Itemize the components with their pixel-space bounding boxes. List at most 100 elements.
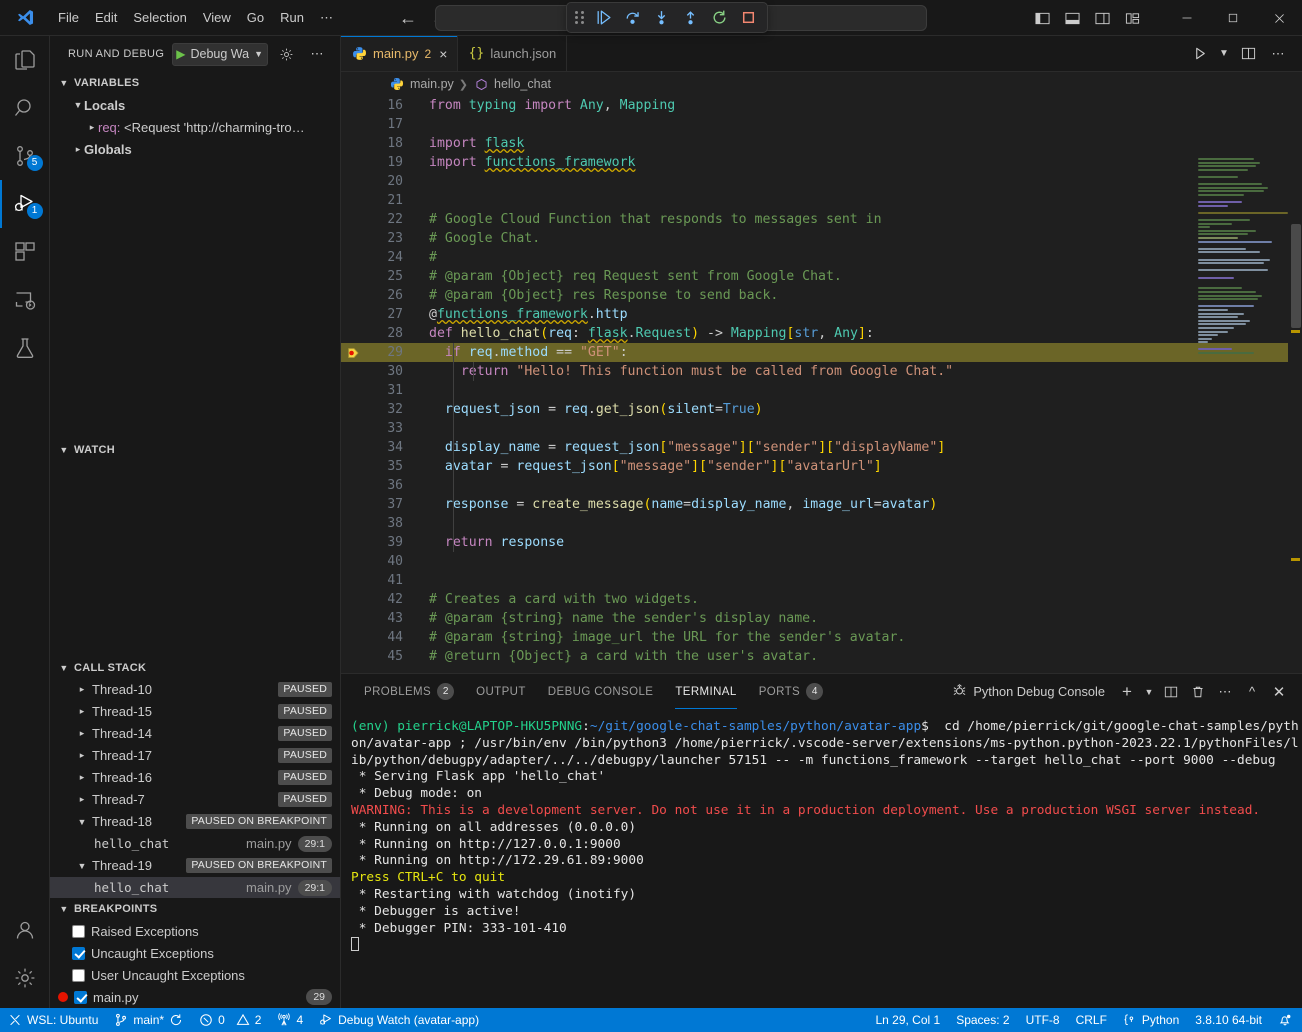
step-into-icon[interactable] [648,6,674,30]
code-line[interactable]: 30 return "Hello! This function must be … [341,362,1302,381]
activity-source-control[interactable]: 5 [0,132,50,180]
chevron-right-icon[interactable]: ▸ [76,750,88,761]
code-line[interactable]: 29 if req.method == "GET": [341,343,1302,362]
chevron-right-icon[interactable]: ▸ [76,772,88,783]
breakpoint-row-user-uncaught-exceptions[interactable]: User Uncaught Exceptions [50,964,340,986]
code-line[interactable]: 21 [341,191,1302,210]
split-terminal-icon[interactable] [1158,679,1184,705]
code-line[interactable]: 22# Google Cloud Function that responds … [341,210,1302,229]
activity-extensions[interactable] [0,228,50,276]
code-line[interactable]: 41 [341,571,1302,590]
callstack-thread-row[interactable]: ▸ Thread-16 PAUSED [50,767,340,789]
status-cursor-position[interactable]: Ln 29, Col 1 [867,1008,948,1032]
status-ports[interactable]: 4 [269,1008,311,1032]
toggle-panel-icon[interactable] [1058,5,1086,31]
callstack-header[interactable]: ▼ CALL STACK [50,657,340,679]
code-line[interactable]: 20 [341,172,1302,191]
code-line[interactable]: 24# [341,248,1302,267]
code-line[interactable]: 38 [341,514,1302,533]
code-line[interactable]: 31 [341,381,1302,400]
more-actions-icon[interactable]: ⋯ [1212,679,1238,705]
chevron-down-icon[interactable]: ▼ [76,817,88,827]
restart-icon[interactable] [706,6,732,30]
status-branch[interactable]: main* [106,1008,191,1032]
callstack-frame-row[interactable]: hello_chat main.py 29:1 [50,833,340,855]
callstack-thread-row[interactable]: ▸ Thread-14 PAUSED [50,723,340,745]
breadcrumb-file[interactable]: main.py [410,77,454,91]
status-eol[interactable]: CRLF [1068,1008,1115,1032]
close-icon[interactable]: × [439,46,447,62]
callstack-thread-row[interactable]: ▸ Thread-15 PAUSED [50,701,340,723]
variables-row-req[interactable]: ▸ req: <Request 'http://charming-tro… [50,116,340,138]
checkbox[interactable] [72,947,85,960]
step-out-icon[interactable] [677,6,703,30]
kill-terminal-icon[interactable] [1185,679,1211,705]
tab-main-py[interactable]: main.py 2 × [341,36,458,71]
chevron-down-icon[interactable]: ▼ [1216,41,1232,67]
terminal-output[interactable]: (env) pierrick@LAPTOP-HKU5PNNG:~/git/goo… [341,709,1302,1008]
breakpoint-row-main-py[interactable]: main.py 29 [50,986,340,1008]
start-debug-icon[interactable]: ▶ [176,48,185,60]
close-icon[interactable] [1256,0,1302,36]
status-notifications[interactable] [1270,1008,1302,1032]
checkbox[interactable] [72,925,85,938]
panel-tab-output[interactable]: OUTPUT [465,674,537,709]
status-python-version[interactable]: 3.8.10 64-bit [1187,1008,1270,1032]
activity-accounts[interactable] [0,906,50,954]
status-remote[interactable]: WSL: Ubuntu [0,1008,106,1032]
code-line[interactable]: 37 response = create_message(name=displa… [341,495,1302,514]
menu-file[interactable]: File [50,6,87,29]
menu-more[interactable]: ⋯ [312,6,341,30]
activity-testing[interactable] [0,324,50,372]
activity-run-and-debug[interactable]: 1 [0,180,50,228]
breakpoint-row-uncaught-exceptions[interactable]: Uncaught Exceptions [50,942,340,964]
chevron-right-icon[interactable]: ▸ [76,728,88,739]
status-language-mode[interactable]: Python [1115,1008,1187,1032]
breakpoint-marker-icon[interactable] [341,346,367,360]
callstack-thread-row[interactable]: ▸ Thread-7 PAUSED [50,789,340,811]
chevron-right-icon[interactable]: ▸ [76,794,88,805]
variables-row-globals[interactable]: ▸ Globals [50,138,340,160]
code-line[interactable]: 35 avatar = request_json["message"]["sen… [341,457,1302,476]
callstack-thread-row[interactable]: ▸ Thread-10 PAUSED [50,679,340,701]
variables-header[interactable]: ▼ VARIABLES [50,72,340,94]
menu-edit[interactable]: Edit [87,6,125,29]
code-line[interactable]: 40 [341,552,1302,571]
continue-icon[interactable] [590,6,616,30]
activity-settings[interactable] [0,954,50,1002]
menu-run[interactable]: Run [272,6,312,29]
code-line[interactable]: 34 display_name = request_json["message"… [341,438,1302,457]
code-line[interactable]: 28def hello_chat(req: flask.Request) -> … [341,324,1302,343]
menu-selection[interactable]: Selection [125,6,194,29]
chevron-down-icon[interactable]: ▼ [76,861,88,871]
drag-handle-icon[interactable] [573,10,585,26]
stop-icon[interactable] [735,6,761,30]
code-line[interactable]: 19import functions_framework [341,153,1302,172]
editor-scrollbar[interactable] [1288,96,1302,673]
breadcrumb-symbol[interactable]: hello_chat [494,77,551,91]
code-line[interactable]: 42# Creates a card with two widgets. [341,590,1302,609]
chevron-right-icon[interactable]: ▸ [76,706,88,717]
more-actions-icon[interactable]: ⋯ [1264,41,1292,67]
activity-search[interactable] [0,84,50,132]
callstack-frame-row-selected[interactable]: hello_chat main.py 29:1 [50,877,340,898]
status-debug-session[interactable]: Debug Watch (avatar-app) [311,1008,487,1032]
callstack-thread-row[interactable]: ▼ Thread-18 PAUSED ON BREAKPOINT [50,811,340,833]
code-line[interactable]: 27@functions_framework.http [341,305,1302,324]
tab-launch-json[interactable]: {} launch.json [458,36,567,71]
status-encoding[interactable]: UTF-8 [1018,1008,1068,1032]
run-icon[interactable] [1186,41,1214,67]
breakpoint-row-raised-exceptions[interactable]: Raised Exceptions [50,920,340,942]
panel-tab-ports[interactable]: PORTS 4 [748,674,834,709]
chevron-right-icon[interactable]: ▸ [76,684,88,695]
code-line[interactable]: 25# @param {Object} req Request sent fro… [341,267,1302,286]
code-line[interactable]: 18import flask [341,134,1302,153]
code-line[interactable]: 26# @param {Object} res Response to send… [341,286,1302,305]
go-back-icon[interactable]: ← [399,9,417,27]
watch-header[interactable]: ▼ WATCH [50,439,340,461]
code-line[interactable]: 23# Google Chat. [341,229,1302,248]
gear-icon[interactable] [276,43,298,65]
minimap[interactable] [1196,96,1288,673]
active-terminal-name[interactable]: Python Debug Console [944,683,1113,701]
maximize-icon[interactable] [1210,0,1256,36]
